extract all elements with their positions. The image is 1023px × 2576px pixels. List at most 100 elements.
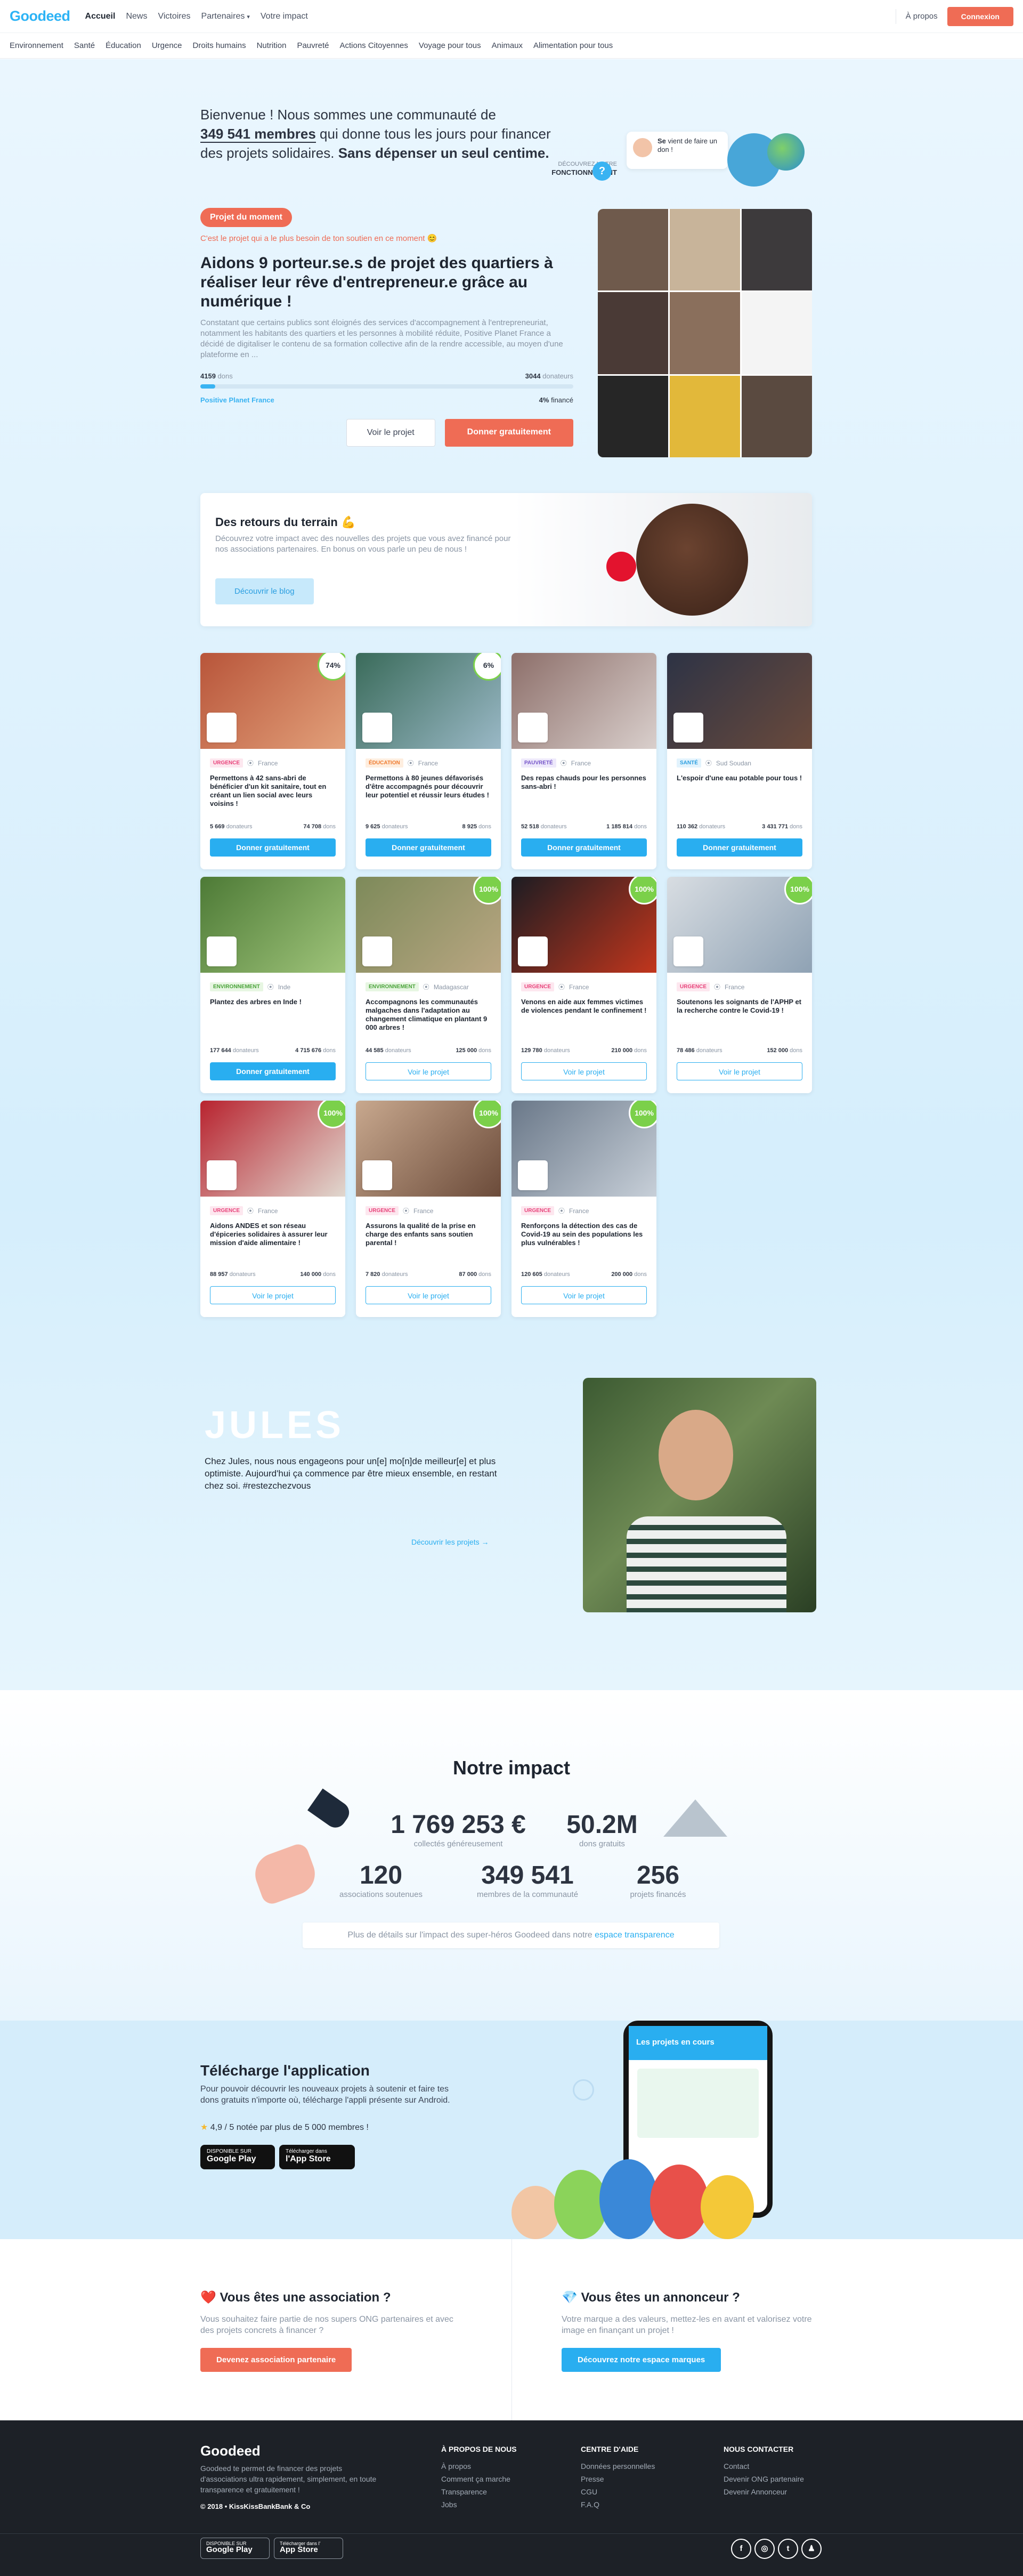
category-droits-humains[interactable]: Droits humains xyxy=(193,41,246,50)
see-project-button[interactable]: Voir le projet xyxy=(346,419,435,447)
project-photo: 100% xyxy=(356,877,501,973)
facebook-icon[interactable]: f xyxy=(731,2539,751,2559)
footer-link[interactable]: Presse xyxy=(581,2473,655,2485)
nav-news[interactable]: News xyxy=(126,12,147,21)
nav-votre-impact[interactable]: Votre impact xyxy=(261,12,308,21)
snapchat-icon[interactable]: ♟ xyxy=(801,2539,822,2559)
category-animaux[interactable]: Animaux xyxy=(492,41,523,50)
give-free-button[interactable]: Donner gratuitement xyxy=(210,838,336,857)
help-question-button[interactable]: ? xyxy=(592,161,612,181)
project-dons-label: dons xyxy=(478,823,491,830)
google-play-badge[interactable]: DISPONIBLE SUR Google Play xyxy=(200,2145,275,2169)
project-title[interactable]: Plantez des arbres en Inde ! xyxy=(200,991,345,1029)
category-sante[interactable]: Santé xyxy=(74,41,95,50)
stat-members: 349 541 membres de la communauté xyxy=(458,1861,597,1899)
instagram-icon[interactable]: ◎ xyxy=(754,2539,775,2559)
category-nutrition[interactable]: Nutrition xyxy=(257,41,287,50)
see-project-button[interactable]: Voir le projet xyxy=(521,1286,647,1304)
footer-link[interactable]: Contact xyxy=(724,2460,804,2473)
project-card[interactable]: 100% URGENCE ⦿ France Soutenons les soignant… xyxy=(667,877,812,1093)
nav-victoires[interactable]: Victoires xyxy=(158,12,190,21)
featured-org-name[interactable]: Positive Planet France xyxy=(200,396,274,404)
project-title[interactable]: Renforçons la détection des cas de Covid… xyxy=(512,1215,656,1253)
app-store-badge[interactable]: Télécharger dans l'App Store xyxy=(279,2145,355,2169)
project-card[interactable]: 100% URGENCE ⦿ France Aidons ANDES et son ré… xyxy=(200,1101,345,1317)
give-free-button[interactable]: Donner gratuitement xyxy=(521,838,647,857)
footer-google-play-badge[interactable]: DISPONIBLE SUR Google Play xyxy=(200,2538,270,2559)
footer-link[interactable]: Jobs xyxy=(441,2498,517,2511)
project-card[interactable]: ENVIRONNEMENT ⦿ Inde Plantez des arbres en … xyxy=(200,877,345,1093)
transparency-link[interactable]: espace transparence xyxy=(595,1931,674,1940)
give-free-button[interactable]: Donner gratuitement xyxy=(444,419,573,447)
donation-notification: Se vient de faire un don ! xyxy=(627,132,728,169)
project-card[interactable]: SANTÉ ⦿ Sud Soudan L'espoir d'une eau potab… xyxy=(667,653,812,869)
project-card[interactable]: 100% URGENCE ⦿ France Renforçons la détectio… xyxy=(512,1101,656,1317)
connexion-button[interactable]: Connexion xyxy=(947,6,1013,26)
project-title[interactable]: Soutenons les soignants de l'APHP et la … xyxy=(667,991,812,1029)
footer-link[interactable]: CGU xyxy=(581,2485,655,2498)
project-title[interactable]: Aidons ANDES et son réseau d'épiceries s… xyxy=(200,1215,345,1253)
nav-partenaires[interactable]: Partenaires ▾ xyxy=(201,12,250,21)
association-logo xyxy=(362,1160,392,1190)
footer-link[interactable]: Devenir Annonceur xyxy=(724,2485,804,2498)
category-environnement[interactable]: Environnement xyxy=(10,41,63,50)
footer-logo[interactable]: Goodeed xyxy=(200,2443,261,2459)
category-pauvrete[interactable]: Pauvreté xyxy=(297,41,329,50)
category-urgence[interactable]: Urgence xyxy=(152,41,182,50)
footer-app-store-badge[interactable]: Télécharger dans l' App Store xyxy=(274,2538,343,2559)
footer-link[interactable]: Comment ça marche xyxy=(441,2473,517,2485)
project-stats: 7 820 donateurs 87 000 dons xyxy=(366,1271,491,1278)
category-alimentation-pour-tous[interactable]: Alimentation pour tous xyxy=(533,41,613,50)
project-card[interactable]: 74% URGENCE ⦿ France Permettons à 42 sans-ab… xyxy=(200,653,345,869)
become-partner-button[interactable]: Devenez association partenaire xyxy=(200,2348,352,2372)
project-stats: 5 669 donateurs 74 708 dons xyxy=(210,823,336,830)
project-card[interactable]: 100% URGENCE ⦿ France Assurons la qualité de… xyxy=(356,1101,501,1317)
featured-title[interactable]: Aidons 9 porteur.se.s de projet des quar… xyxy=(200,254,573,311)
see-project-button[interactable]: Voir le projet xyxy=(677,1062,802,1080)
project-dons: 210 000 dons xyxy=(611,1047,647,1054)
discover-blog-button[interactable]: Découvrir le blog xyxy=(215,578,314,604)
footer-link[interactable]: Transparence xyxy=(441,2485,517,2498)
see-project-button[interactable]: Voir le projet xyxy=(521,1062,647,1080)
collage-photo xyxy=(742,292,812,374)
funding-badge: 100% xyxy=(473,1101,501,1128)
nav-accueil[interactable]: Accueil xyxy=(85,12,116,21)
project-title[interactable]: Venons en aide aux femmes victimes de vi… xyxy=(512,991,656,1029)
funding-badge: 74% xyxy=(318,653,345,681)
discover-projects-link[interactable]: Découvrir les projets → xyxy=(411,1538,489,1546)
see-project-button[interactable]: Voir le projet xyxy=(366,1062,491,1080)
project-title[interactable]: Permettons à 42 sans-abri de bénéficier … xyxy=(200,768,345,807)
give-free-button[interactable]: Donner gratuitement xyxy=(677,838,802,857)
footer-link[interactable]: F.A.Q xyxy=(581,2498,655,2511)
project-card[interactable]: 100% URGENCE ⦿ France Venons en aide aux fem… xyxy=(512,877,656,1093)
category-education[interactable]: Éducation xyxy=(105,41,141,50)
project-title[interactable]: Accompagnons les communautés malgaches d… xyxy=(356,991,501,1031)
footer-link[interactable]: À propos xyxy=(441,2460,517,2473)
twitter-icon[interactable]: t xyxy=(778,2539,798,2559)
project-title[interactable]: L'espoir d'une eau potable pour tous ! xyxy=(667,768,812,805)
hero-avatar xyxy=(650,2165,709,2239)
project-title[interactable]: Des repas chauds pour les personnes sans… xyxy=(512,768,656,805)
footer-link[interactable]: Données personnelles xyxy=(581,2460,655,2473)
project-location: Sud Soudan xyxy=(716,759,751,767)
project-title[interactable]: Permettons à 80 jeunes défavorisés d'êtr… xyxy=(356,768,501,805)
category-voyage-pour-tous[interactable]: Voyage pour tous xyxy=(419,41,481,50)
brands-space-button[interactable]: Découvrez notre espace marques xyxy=(562,2348,721,2372)
give-free-button[interactable]: Donner gratuitement xyxy=(210,1062,336,1080)
category-actions-citoyennes[interactable]: Actions Citoyennes xyxy=(339,41,408,50)
give-free-button[interactable]: Donner gratuitement xyxy=(366,838,491,857)
project-card[interactable]: 100% ENVIRONNEMENT ⦿ Madagascar Accompagnons… xyxy=(356,877,501,1093)
see-project-button[interactable]: Voir le projet xyxy=(366,1286,491,1304)
see-project-button[interactable]: Voir le projet xyxy=(210,1286,336,1304)
footer-link[interactable]: Devenir ONG partenaire xyxy=(724,2473,804,2485)
project-donors-value: 9 625 xyxy=(366,823,380,830)
stat-dons: 50.2M dons gratuits xyxy=(554,1810,650,1848)
goodeed-logo[interactable]: Goodeed xyxy=(10,8,70,25)
hero-avatar xyxy=(512,2186,559,2239)
project-dons-label: dons xyxy=(634,1271,647,1278)
project-card[interactable]: PAUVRETÉ ⦿ France Des repas chauds pour les… xyxy=(512,653,656,869)
project-dons-value: 125 000 xyxy=(456,1047,477,1054)
project-title[interactable]: Assurons la qualité de la prise en charg… xyxy=(356,1215,501,1253)
apropos-link[interactable]: À propos xyxy=(906,12,938,21)
project-card[interactable]: 6% ÉDUCATION ⦿ France Permettons à 80 jeunes… xyxy=(356,653,501,869)
